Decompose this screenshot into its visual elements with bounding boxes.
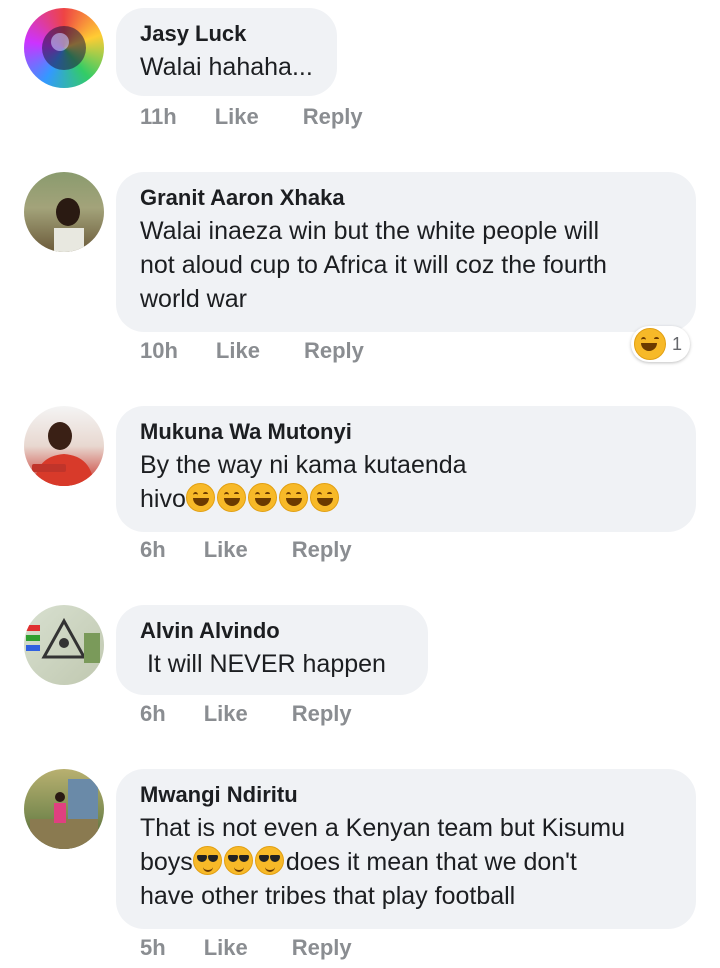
- avatar-image: [26, 617, 100, 663]
- comment-text-line: not aloud cup to Africa it will coz the …: [140, 251, 607, 279]
- avatar-image: [30, 779, 98, 849]
- comment-author[interactable]: Mwangi Ndiritu: [140, 781, 672, 809]
- laughing-crying-emoji-icon: [185, 483, 215, 512]
- sunglasses-emoji-icon: [223, 846, 253, 875]
- comment-actions: 6h Like Reply: [140, 701, 352, 727]
- comment-text-line: have other tribes that play football: [140, 882, 516, 910]
- avatar[interactable]: [24, 172, 104, 252]
- laughing-crying-emoji-icon: [278, 483, 308, 512]
- laughing-crying-emoji-icon: [216, 483, 246, 512]
- comment-actions: 6h Like Reply: [140, 537, 352, 563]
- comment-text-line: That is not even a Kenyan team but Kisum…: [140, 814, 625, 842]
- comment-text-line: Walai inaeza win but the white people wi…: [140, 217, 600, 245]
- comment-bubble: Alvin Alvindo It will NEVER happen: [116, 605, 428, 695]
- comment-actions: 11h Like Reply: [140, 104, 363, 130]
- comment-time[interactable]: 5h: [140, 935, 166, 961]
- comment-text-fragment: does it mean that we don't: [285, 848, 577, 876]
- sunglasses-emoji-icon: [192, 846, 222, 875]
- comment-actions: 10h Like Reply: [140, 338, 364, 364]
- reply-button[interactable]: Reply: [292, 935, 352, 961]
- comment-actions: 5h Like Reply: [140, 935, 352, 961]
- comment-author[interactable]: Mukuna Wa Mutonyi: [140, 418, 672, 446]
- sunglasses-emoji-icon: [254, 846, 284, 875]
- comment-author[interactable]: Alvin Alvindo: [140, 617, 404, 645]
- avatar-image: [54, 198, 84, 252]
- avatar[interactable]: [24, 406, 104, 486]
- reply-button[interactable]: Reply: [304, 338, 364, 364]
- comment-bubble: Jasy Luck Walai hahaha...: [116, 8, 337, 96]
- like-button[interactable]: Like: [216, 338, 260, 364]
- like-button[interactable]: Like: [204, 701, 248, 727]
- comment-text-line: world war: [140, 285, 247, 313]
- comment-text-fragment: boys: [140, 848, 193, 876]
- reply-button[interactable]: Reply: [292, 701, 352, 727]
- comment-time[interactable]: 10h: [140, 338, 178, 364]
- like-button[interactable]: Like: [204, 935, 248, 961]
- laughing-crying-emoji-icon: [309, 483, 339, 512]
- comment-text-fragment: hivo: [140, 485, 186, 513]
- avatar-image: [32, 422, 94, 486]
- laughing-emoji-icon: [633, 328, 666, 360]
- avatar[interactable]: [24, 605, 104, 685]
- comment-text-line: By the way ni kama kutaenda: [140, 451, 467, 479]
- like-button[interactable]: Like: [204, 537, 248, 563]
- reply-button[interactable]: Reply: [292, 537, 352, 563]
- comment-bubble: Granit Aaron Xhaka Walai inaeza win but …: [116, 172, 696, 332]
- comment-time[interactable]: 6h: [140, 701, 166, 727]
- reaction-count: 1: [671, 333, 682, 354]
- reply-button[interactable]: Reply: [303, 104, 363, 130]
- avatar[interactable]: [24, 769, 104, 849]
- comment-author[interactable]: Jasy Luck: [140, 20, 313, 48]
- comment-time[interactable]: 6h: [140, 537, 166, 563]
- avatar-image: [42, 26, 86, 70]
- comment-text-line: boys does it mean that we don't: [140, 845, 672, 879]
- comment-bubble: Mwangi Ndiritu That is not even a Kenyan…: [116, 769, 696, 929]
- like-button[interactable]: Like: [215, 104, 259, 130]
- comment-text-line: hivo: [140, 482, 672, 516]
- avatar[interactable]: [24, 8, 104, 88]
- comment-text: Walai hahaha...: [140, 53, 313, 81]
- comment-author[interactable]: Granit Aaron Xhaka: [140, 184, 672, 212]
- comment-text: It will NEVER happen: [140, 650, 386, 678]
- laughing-crying-emoji-icon: [247, 483, 277, 512]
- comment-bubble: Mukuna Wa Mutonyi By the way ni kama kut…: [116, 406, 696, 532]
- comment-time[interactable]: 11h: [140, 104, 177, 130]
- reaction-summary[interactable]: 1: [630, 326, 690, 362]
